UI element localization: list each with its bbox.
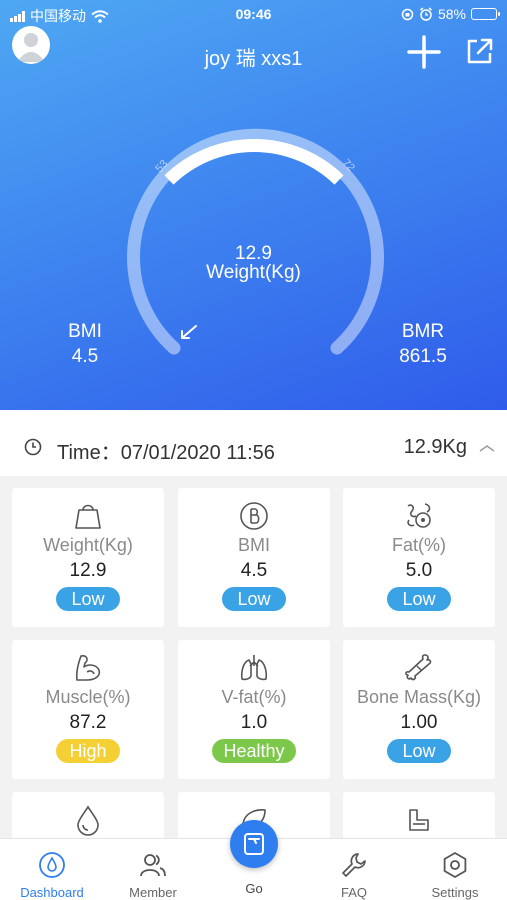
nav-member[interactable]: Member — [103, 839, 203, 900]
metric-label: Muscle(%) — [45, 687, 131, 707]
metric-value: 5.0 — [405, 560, 433, 581]
scale-icon — [244, 833, 264, 855]
metric-card-bone-mass[interactable]: Bone Mass(Kg) 1.00 Low — [343, 640, 495, 779]
status-badge: Low — [387, 739, 451, 763]
metric-card-body-age[interactable] — [343, 792, 495, 840]
muscle-icon — [75, 655, 101, 681]
nav-label: Settings — [431, 885, 479, 900]
status-badge: Healthy — [212, 739, 296, 763]
bmi-icon — [240, 502, 268, 530]
metric-card-fat[interactable]: Fat(%) 5.0 Low — [343, 488, 495, 627]
hero-panel: 中国移动 09:46 58% joy 瑞 xxs1 53 72 12.9 Wei… — [0, 0, 507, 410]
fat-icon — [407, 503, 431, 528]
measurement-time: Time：07/01/2020 11:56 — [57, 442, 275, 464]
metric-label: V-fat(%) — [221, 687, 287, 707]
metric-card-weight[interactable]: Weight(Kg) 12.9 Low — [12, 488, 164, 627]
member-icon — [140, 854, 166, 877]
scale-icon — [75, 504, 101, 529]
bmi-value: 4.5 — [71, 346, 99, 367]
metric-label: Fat(%) — [392, 535, 446, 555]
metric-card-muscle[interactable]: Muscle(%) 87.2 High — [12, 640, 164, 779]
go-weigh-button[interactable] — [230, 820, 278, 868]
nav-label: Member — [129, 885, 177, 900]
bone-icon — [405, 654, 432, 681]
status-badge: Low — [222, 587, 286, 611]
metric-value: 12.9 — [69, 560, 107, 581]
wrench-icon — [342, 853, 366, 877]
nav-settings[interactable]: Settings — [405, 839, 505, 900]
body-icon — [409, 809, 429, 831]
bmr-value: 861.5 — [399, 346, 447, 367]
nav-faq[interactable]: FAQ — [304, 839, 404, 900]
status-badge: Low — [387, 587, 451, 611]
metric-value: 1.00 — [400, 712, 438, 733]
nav-dashboard[interactable]: Dashboard — [2, 839, 102, 900]
water-drop-icon — [77, 805, 99, 836]
metric-value: 1.0 — [240, 712, 268, 733]
metric-card-bmi[interactable]: BMI 4.5 Low — [178, 488, 330, 627]
metric-card-vfat[interactable]: V-fat(%) 1.0 Healthy — [178, 640, 330, 779]
dashboard-icon — [39, 852, 65, 878]
metric-value: 87.2 — [69, 712, 107, 733]
clock-icon — [24, 438, 42, 456]
status-badge: Low — [56, 587, 120, 611]
metrics-grid: Weight(Kg) 12.9 Low BMI 4.5 Low Fat(%) 5… — [12, 488, 496, 840]
gauge-unit: Weight(Kg) — [206, 262, 301, 283]
lungs-icon — [240, 655, 268, 681]
chevron-up-icon[interactable] — [479, 444, 495, 452]
bmi-title: BMI — [68, 321, 102, 342]
metric-label: Weight(Kg) — [43, 535, 133, 555]
metric-label: Bone Mass(Kg) — [356, 687, 482, 707]
nav-label: Go — [245, 881, 263, 896]
metric-label: BMI — [237, 535, 270, 555]
metric-value: 4.5 — [240, 560, 268, 581]
nav-label: Dashboard — [20, 885, 84, 900]
measurement-weight: 12.9Kg — [403, 436, 467, 458]
settings-icon — [443, 852, 467, 878]
metric-card-water[interactable] — [12, 792, 164, 840]
bmr-title: BMR — [401, 321, 445, 342]
gauge-pointer-icon — [181, 325, 197, 339]
nav-label: FAQ — [340, 885, 367, 900]
status-badge: High — [56, 739, 120, 763]
measurement-time-row[interactable]: Time：07/01/2020 11:56 12.9Kg — [0, 410, 507, 476]
